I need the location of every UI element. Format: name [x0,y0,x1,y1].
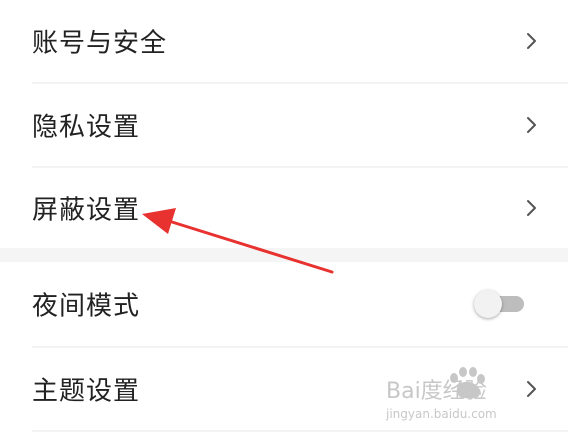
settings-item-label: 屏蔽设置 [32,195,141,226]
settings-item-theme[interactable]: 主题设置 [0,348,568,430]
chevron-right-icon [527,33,536,49]
settings-item-label: 夜间模式 [32,291,141,322]
settings-item-label: 隐私设置 [32,112,141,143]
settings-item-label: 主题设置 [32,376,141,407]
chevron-right-icon [527,117,536,133]
settings-item-label: 账号与安全 [32,28,168,59]
night-mode-toggle[interactable] [474,290,528,318]
settings-item-night-mode: 夜间模式 [0,262,568,346]
settings-item-privacy[interactable]: 隐私设置 [0,84,568,166]
toggle-knob [474,290,502,318]
chevron-right-icon [527,200,536,216]
section-separator [0,248,568,262]
chevron-right-icon [527,381,536,397]
settings-item-account-security[interactable]: 账号与安全 [0,0,568,82]
settings-screen: 账号与安全 隐私设置 屏蔽设置 夜间模式 主题设置 Bai度经验 jingyan… [0,0,568,432]
settings-item-block[interactable]: 屏蔽设置 [0,168,568,248]
